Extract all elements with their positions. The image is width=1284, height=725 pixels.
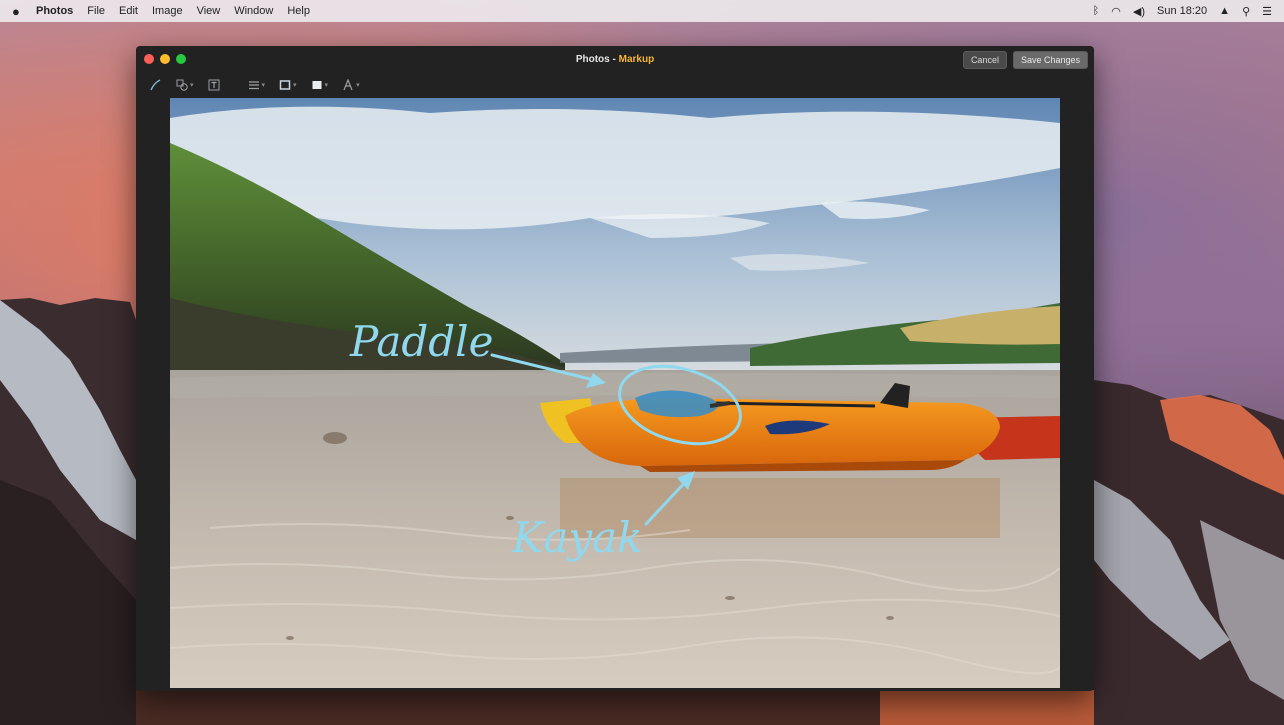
markup-toolbar: ▾ ▾ ▾ ▾ ▾ bbox=[136, 74, 1094, 96]
menu-photos[interactable]: Photos bbox=[36, 5, 73, 17]
wifi-icon[interactable]: ◠ bbox=[1111, 5, 1121, 18]
text-tool[interactable] bbox=[208, 79, 220, 91]
menu-edit[interactable]: Edit bbox=[119, 5, 138, 17]
status-area: ᛒ ◠ ◀) Sun 18:20 ▲ ⚲ ☰ bbox=[1081, 5, 1272, 18]
paddle-annotation-text[interactable]: Paddle bbox=[349, 317, 493, 366]
beach-kayak-photo: Paddle Kayak bbox=[170, 98, 1060, 688]
shapes-icon bbox=[176, 79, 188, 91]
fill-color-icon bbox=[312, 81, 322, 89]
volume-icon[interactable]: ◀) bbox=[1133, 5, 1145, 18]
window-title-separator: - bbox=[609, 53, 619, 65]
photos-window: Photos - Markup Cancel Save Changes ▾ ▾ … bbox=[136, 46, 1094, 691]
border-color-tool[interactable]: ▾ bbox=[279, 79, 297, 91]
menu-help[interactable]: Help bbox=[287, 5, 310, 17]
apple-logo-icon[interactable]: ● bbox=[12, 4, 26, 19]
sketch-icon bbox=[150, 79, 161, 91]
menu-view[interactable]: View bbox=[197, 5, 221, 17]
title-actions: Cancel Save Changes bbox=[957, 51, 1088, 69]
chevron-down-icon: ▾ bbox=[324, 82, 329, 89]
menu-file[interactable]: File bbox=[87, 5, 105, 17]
clock[interactable]: Sun 18:20 bbox=[1157, 5, 1207, 17]
line-style-tool[interactable]: ▾ bbox=[248, 79, 266, 91]
menu-image[interactable]: Image bbox=[152, 5, 183, 17]
text-style-icon bbox=[343, 79, 353, 91]
window-title-mode: Markup bbox=[618, 53, 655, 65]
chevron-down-icon: ▾ bbox=[261, 82, 266, 89]
window-title: Photos - Markup bbox=[136, 54, 1094, 65]
cancel-button[interactable]: Cancel bbox=[962, 51, 1007, 69]
chevron-down-icon: ▾ bbox=[356, 82, 360, 89]
user-icon[interactable]: ▲ bbox=[1219, 5, 1230, 17]
border-color-icon bbox=[279, 80, 291, 90]
menu-window[interactable]: Window bbox=[234, 5, 273, 17]
title-bar: Photos - Markup Cancel Save Changes bbox=[136, 46, 1094, 72]
save-changes-button[interactable]: Save Changes bbox=[1012, 51, 1088, 69]
text-icon bbox=[208, 79, 220, 91]
kayak-annotation-text[interactable]: Kayak bbox=[511, 513, 643, 562]
fill-color-tool[interactable]: ▾ bbox=[311, 79, 329, 91]
menu-bar: ● Photos File Edit Image View Window Hel… bbox=[0, 0, 1284, 22]
bluetooth-icon[interactable]: ᛒ bbox=[1093, 5, 1100, 17]
chevron-down-icon: ▾ bbox=[293, 82, 297, 89]
sketch-tool[interactable] bbox=[150, 79, 162, 91]
line-style-icon bbox=[248, 81, 259, 90]
notification-center-icon[interactable]: ☰ bbox=[1262, 5, 1272, 18]
window-title-app: Photos bbox=[575, 53, 610, 65]
chevron-down-icon: ▾ bbox=[190, 82, 194, 89]
spotlight-search-icon[interactable]: ⚲ bbox=[1242, 5, 1250, 18]
shapes-tool[interactable]: ▾ bbox=[176, 79, 194, 91]
photo-canvas[interactable]: Paddle Kayak bbox=[170, 98, 1060, 688]
text-style-tool[interactable]: ▾ bbox=[342, 79, 360, 91]
